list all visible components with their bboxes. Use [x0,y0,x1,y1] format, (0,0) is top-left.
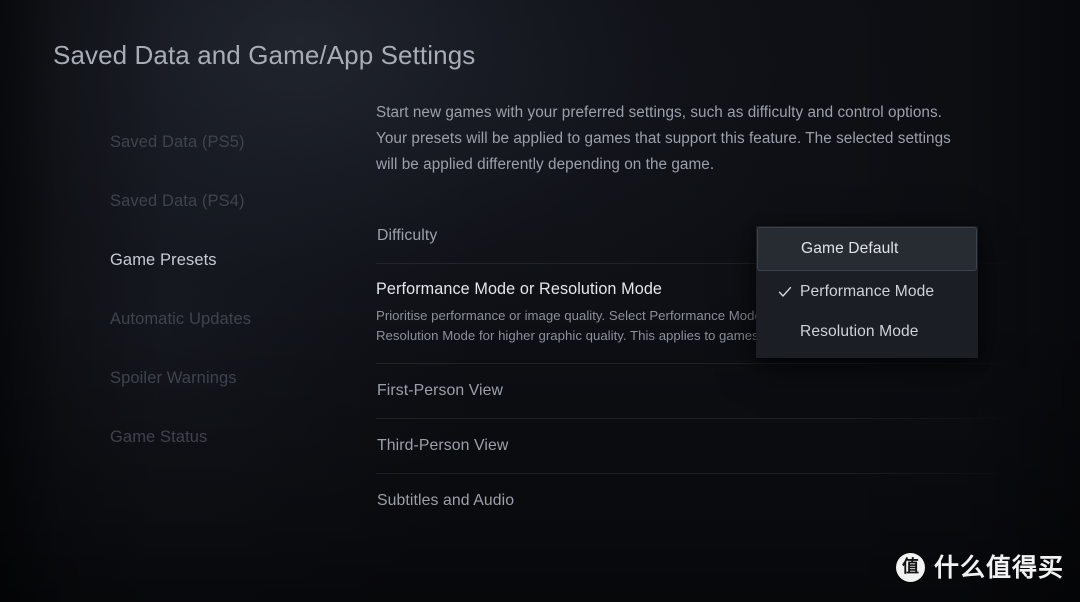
setting-row[interactable]: Third-Person View [376,418,1020,473]
page-title: Saved Data and Game/App Settings [53,40,476,70]
sidebar-item-saved-data-ps4[interactable]: Saved Data (PS4) [110,172,360,231]
section-description: Start new games with your preferred sett… [376,104,951,173]
dropdown-option[interactable]: Resolution Mode [756,312,978,352]
watermark-text: 什么值得买 [933,553,1064,582]
sidebar-item-game-presets[interactable]: Game Presets [110,231,360,290]
dropdown-option[interactable]: Game Default [757,227,977,271]
sidebar: Saved Data (PS5) Saved Data (PS4) Game Pre… [110,113,360,467]
dropdown-option-label: Game Default [801,240,899,257]
sidebar-item-spoiler-warnings[interactable]: Spoiler Warnings [110,349,360,408]
sidebar-item-game-status[interactable]: Game Status [110,408,360,467]
setting-row-title: First-Person View [377,381,504,399]
smzdm-logo-icon: 值 [895,553,925,582]
watermark: 值 什么值得买 [895,553,1064,582]
ps5-settings-screen: Saved Data and Game/App Settings Saved D… [0,0,1080,602]
dropdown-option-label: Performance Mode [800,283,935,300]
setting-row[interactable]: Subtitles and Audio [376,473,1020,528]
sidebar-item-label: Game Presets [110,251,217,269]
sidebar-item-automatic-updates[interactable]: Automatic Updates [110,290,360,349]
check-icon [778,285,792,299]
sidebar-item-saved-data-ps5[interactable]: Saved Data (PS5) [110,113,360,172]
sidebar-item-label: Saved Data (PS4) [110,192,245,210]
setting-row-title: Difficulty [377,226,438,244]
setting-row-title: Third-Person View [377,436,509,454]
sidebar-item-label: Spoiler Warnings [110,369,237,387]
performance-mode-dropdown[interactable]: Game Default Performance Mode Resolution M… [756,226,978,358]
sidebar-item-label: Saved Data (PS5) [110,133,245,151]
setting-row[interactable]: First-Person View [376,363,1020,418]
setting-row-title: Subtitles and Audio [377,491,515,509]
main-content: Start new games with your preferred sett… [376,100,1020,177]
dropdown-option[interactable]: Performance Mode [756,272,978,312]
dropdown-option-label: Resolution Mode [800,323,919,340]
sidebar-item-label: Automatic Updates [110,310,252,328]
sidebar-item-label: Game Status [110,428,208,446]
